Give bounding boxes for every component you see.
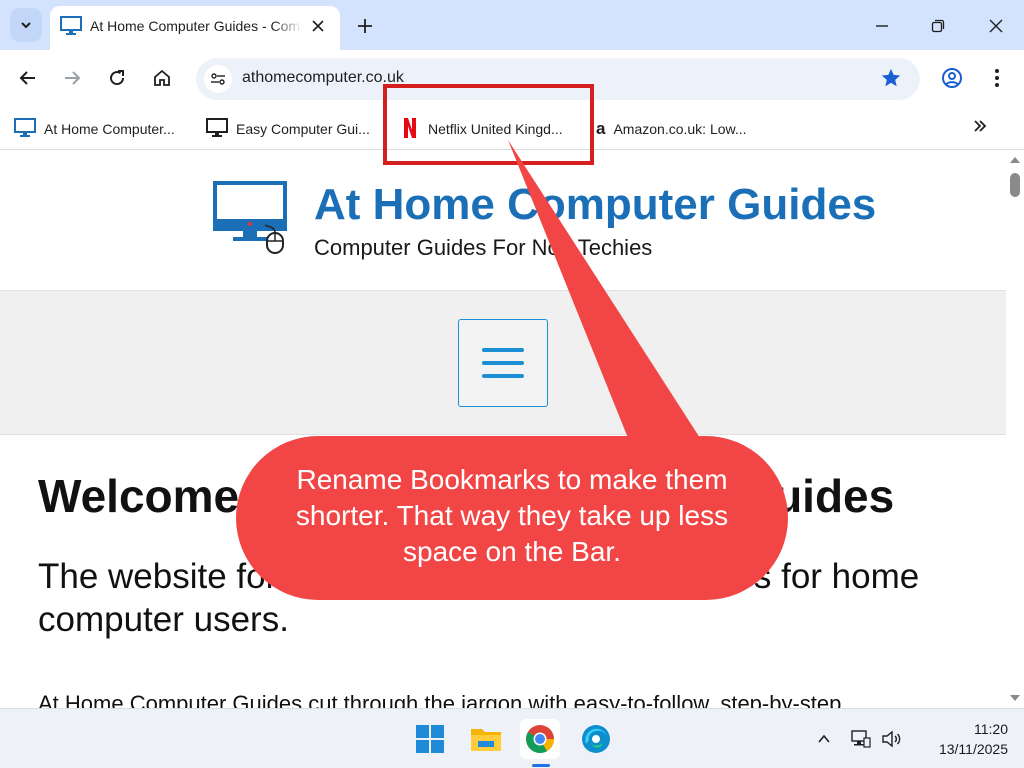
- tray-overflow-icon[interactable]: [812, 727, 836, 751]
- menu-button[interactable]: [983, 64, 1011, 92]
- home-icon: [154, 69, 170, 86]
- clock-date: 13/11/2025: [938, 741, 1008, 757]
- active-app-indicator: [532, 764, 550, 767]
- callout-text: Rename Bookmarks to make them shorter. T…: [295, 464, 729, 567]
- clock-time: 11:20: [974, 721, 1008, 737]
- web-page: At Home Computer Guides Computer Guides …: [0, 151, 1006, 708]
- more-vert-icon: [995, 69, 999, 87]
- back-arrow-icon: [19, 71, 35, 85]
- bookmark-star-icon[interactable]: [880, 67, 902, 94]
- site-tagline: Computer Guides For Non Techies: [314, 235, 653, 260]
- url-text[interactable]: athomecomputer.co.uk: [242, 69, 404, 87]
- hamburger-line: [482, 348, 524, 352]
- tab-search-button[interactable]: [10, 8, 42, 42]
- scroll-down-icon: [1010, 695, 1020, 701]
- forward-button[interactable]: [58, 64, 86, 92]
- back-button[interactable]: [14, 64, 42, 92]
- monitor-icon: [14, 117, 36, 141]
- bookmark-label: At Home Computer...: [44, 121, 175, 137]
- intro-paragraph: At Home Computer Guides cut through the …: [38, 691, 842, 708]
- amazon-icon: a: [596, 119, 606, 138]
- new-tab-button[interactable]: [352, 13, 378, 39]
- close-icon: [989, 19, 1003, 33]
- home-button[interactable]: [148, 64, 176, 92]
- site-logo-icon[interactable]: [213, 181, 291, 260]
- menu-band: [0, 290, 1006, 435]
- site-settings-icon[interactable]: [204, 65, 232, 93]
- profile-icon: [942, 68, 962, 88]
- restore-icon: [931, 19, 945, 33]
- scroll-thumb[interactable]: [1010, 173, 1020, 197]
- minimize-button[interactable]: [868, 12, 896, 40]
- monitor-icon: [60, 16, 82, 41]
- clock[interactable]: 11:20 13/11/2025: [918, 719, 1008, 759]
- file-explorer-icon[interactable]: [466, 719, 506, 759]
- close-window-button[interactable]: [982, 12, 1010, 40]
- network-icon[interactable]: [848, 727, 872, 751]
- more-bookmarks-button[interactable]: [968, 114, 992, 138]
- profile-button[interactable]: [938, 64, 966, 92]
- reload-button[interactable]: [103, 64, 131, 92]
- windows-start-icon[interactable]: [410, 719, 450, 759]
- bookmark-highlight-box: [383, 84, 594, 165]
- tab-title: At Home Computer Guides - Computer Guide…: [90, 18, 302, 34]
- reload-icon: [110, 70, 125, 86]
- chrome-icon[interactable]: [520, 719, 560, 759]
- taskbar: 11:20 13/11/2025: [0, 708, 1024, 768]
- hamburger-line: [482, 374, 524, 378]
- bookmark-label: Easy Computer Gui...: [236, 121, 370, 137]
- bookmark-at-home[interactable]: At Home Computer...: [14, 114, 175, 144]
- close-tab-icon[interactable]: [308, 16, 328, 36]
- chevron-double-right-icon: [974, 120, 987, 132]
- bookmark-label: Amazon.co.uk: Low...: [613, 121, 747, 137]
- edge-icon[interactable]: [576, 719, 616, 759]
- monitor-icon: [206, 117, 228, 141]
- minimize-icon: [876, 25, 888, 27]
- active-tab[interactable]: At Home Computer Guides - Computer Guide…: [50, 6, 340, 50]
- chevron-down-icon: [21, 22, 31, 29]
- bookmark-easy-computer[interactable]: Easy Computer Gui...: [206, 114, 370, 144]
- tab-strip: At Home Computer Guides - Computer Guide…: [0, 0, 1024, 50]
- hamburger-menu-button[interactable]: [458, 319, 548, 407]
- plus-icon: [358, 19, 372, 33]
- bookmark-amazon[interactable]: a Amazon.co.uk: Low...: [596, 114, 747, 144]
- page-scrollbar[interactable]: [1006, 151, 1024, 708]
- site-title[interactable]: At Home Computer Guides: [314, 180, 876, 230]
- volume-icon[interactable]: [880, 727, 904, 751]
- restore-button[interactable]: [924, 12, 952, 40]
- hamburger-line: [482, 361, 524, 365]
- scroll-up-icon: [1010, 157, 1020, 163]
- forward-arrow-icon: [65, 71, 81, 85]
